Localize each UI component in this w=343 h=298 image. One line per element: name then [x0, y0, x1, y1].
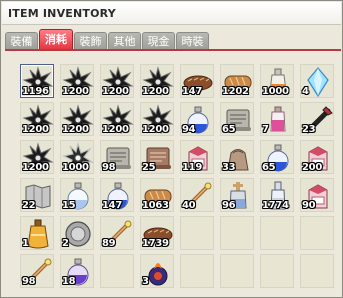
- item-quantity: 1200: [62, 86, 89, 97]
- item-quantity: 33: [222, 162, 236, 173]
- inventory-slot[interactable]: 1: [20, 216, 54, 250]
- item-quantity: 23: [302, 124, 316, 135]
- empty-inventory-slot[interactable]: [260, 216, 294, 250]
- item-quantity: 98: [102, 162, 116, 173]
- inventory-slot[interactable]: 40: [180, 178, 214, 212]
- inventory-slot[interactable]: 1200: [100, 102, 134, 136]
- inventory-slot[interactable]: 4: [300, 64, 334, 98]
- item-quantity: 18: [62, 276, 76, 287]
- item-quantity: 200: [302, 162, 322, 173]
- item-quantity: 65: [262, 162, 276, 173]
- item-quantity: 1200: [62, 124, 89, 135]
- item-quantity: 147: [102, 200, 122, 211]
- inventory-slot[interactable]: 98: [100, 140, 134, 174]
- inventory-slot[interactable]: 1000: [260, 64, 294, 98]
- inventory-slot[interactable]: 1200: [140, 102, 174, 136]
- item-quantity: 119: [182, 162, 202, 173]
- tab-fashion[interactable]: 時裝: [176, 32, 209, 49]
- item-quantity: 1200: [22, 124, 49, 135]
- inventory-slot[interactable]: 65: [260, 140, 294, 174]
- inventory-slot[interactable]: 98: [20, 254, 54, 288]
- tab-etc[interactable]: 其他: [108, 32, 141, 49]
- item-quantity: 1200: [142, 124, 169, 135]
- inventory-slot[interactable]: 1200: [20, 102, 54, 136]
- inventory-slot[interactable]: 147: [180, 64, 214, 98]
- item-quantity: 3: [142, 276, 149, 287]
- empty-inventory-slot[interactable]: [300, 254, 334, 288]
- item-quantity: 1000: [62, 162, 89, 173]
- inventory-slot[interactable]: 1000: [60, 140, 95, 174]
- inventory-slot[interactable]: 23: [300, 102, 334, 136]
- inventory-slot[interactable]: 1200: [60, 102, 94, 136]
- item-quantity: 40: [182, 200, 196, 211]
- item-quantity: 1: [22, 238, 29, 249]
- empty-inventory-slot[interactable]: [260, 254, 294, 288]
- empty-inventory-slot[interactable]: [300, 216, 334, 250]
- inventory-slot[interactable]: 33: [220, 140, 254, 174]
- empty-inventory-slot[interactable]: [220, 216, 254, 250]
- item-quantity: 4: [302, 86, 309, 97]
- inventory-slot[interactable]: 1202: [220, 64, 254, 98]
- empty-inventory-slot[interactable]: [180, 254, 214, 288]
- inventory-slot[interactable]: 18: [60, 254, 94, 288]
- inventory-slot[interactable]: 147: [100, 178, 134, 212]
- inventory-slot[interactable]: 1200: [100, 64, 134, 98]
- inventory-slot[interactable]: 15: [60, 178, 94, 212]
- empty-inventory-slot[interactable]: [100, 254, 134, 288]
- tab-setup[interactable]: 裝飾: [74, 32, 107, 49]
- item-quantity: 7: [262, 124, 269, 135]
- item-quantity: 147: [182, 86, 202, 97]
- inventory-slot[interactable]: 2: [60, 216, 94, 250]
- item-quantity: 1200: [142, 86, 169, 97]
- item-quantity: 89: [102, 238, 116, 249]
- item-quantity: 1739: [142, 238, 169, 249]
- tab-divider: [5, 49, 341, 51]
- inventory-slot[interactable]: 65: [220, 102, 254, 136]
- inventory-slot[interactable]: 1200: [60, 64, 94, 98]
- inventory-slot[interactable]: 25: [140, 140, 174, 174]
- inventory-slot[interactable]: 94: [180, 102, 214, 136]
- inventory-slot[interactable]: 1063: [140, 178, 174, 212]
- inventory-slot[interactable]: 1200: [140, 64, 174, 98]
- item-quantity: 1200: [102, 86, 129, 97]
- inventory-slot[interactable]: 90: [300, 178, 334, 212]
- tab-cash[interactable]: 現金: [142, 32, 175, 49]
- item-quantity: 96: [222, 200, 236, 211]
- item-quantity: 1202: [222, 86, 249, 97]
- item-quantity: 94: [182, 124, 196, 135]
- inventory-slot[interactable]: 1200: [20, 140, 54, 174]
- inventory-slot[interactable]: 7: [260, 102, 294, 136]
- empty-inventory-slot[interactable]: [180, 216, 214, 250]
- tab-bar: 裝備 消耗 裝飾 其他 現金 時裝: [5, 28, 341, 50]
- inventory-slot[interactable]: 200: [300, 140, 334, 174]
- empty-inventory-slot[interactable]: [220, 254, 254, 288]
- item-quantity: 22: [22, 200, 36, 211]
- inventory-window: ITEM INVENTORY 裝備 消耗 裝飾 其他 現金 時裝 1196 120…: [0, 0, 343, 298]
- inventory-slot[interactable]: 1774: [260, 178, 294, 212]
- item-quantity: 1196: [22, 86, 49, 97]
- item-quantity: 65: [222, 124, 236, 135]
- inventory-slot[interactable]: 96: [220, 178, 254, 212]
- title-bar[interactable]: ITEM INVENTORY: [2, 2, 341, 25]
- item-quantity: 1000: [262, 86, 289, 97]
- inventory-slot[interactable]: 1196: [20, 64, 54, 98]
- item-quantity: 1200: [22, 162, 49, 173]
- tab-use[interactable]: 消耗: [39, 29, 73, 50]
- item-quantity: 1200: [102, 124, 129, 135]
- inventory-slot[interactable]: 119: [180, 140, 214, 174]
- item-quantity: 1063: [142, 200, 169, 211]
- window-title: ITEM INVENTORY: [8, 7, 116, 20]
- item-quantity: 2: [62, 238, 69, 249]
- inventory-slot[interactable]: 3: [140, 254, 174, 288]
- inventory-slot[interactable]: 1739: [140, 216, 174, 250]
- item-quantity: 1774: [262, 200, 289, 211]
- tab-equip[interactable]: 裝備: [5, 32, 38, 49]
- item-quantity: 90: [302, 200, 316, 211]
- inventory-slot[interactable]: 22: [20, 178, 54, 212]
- item-quantity: 98: [22, 276, 36, 287]
- item-quantity: 25: [142, 162, 156, 173]
- item-quantity: 15: [62, 200, 76, 211]
- inventory-slot[interactable]: 89: [100, 216, 134, 250]
